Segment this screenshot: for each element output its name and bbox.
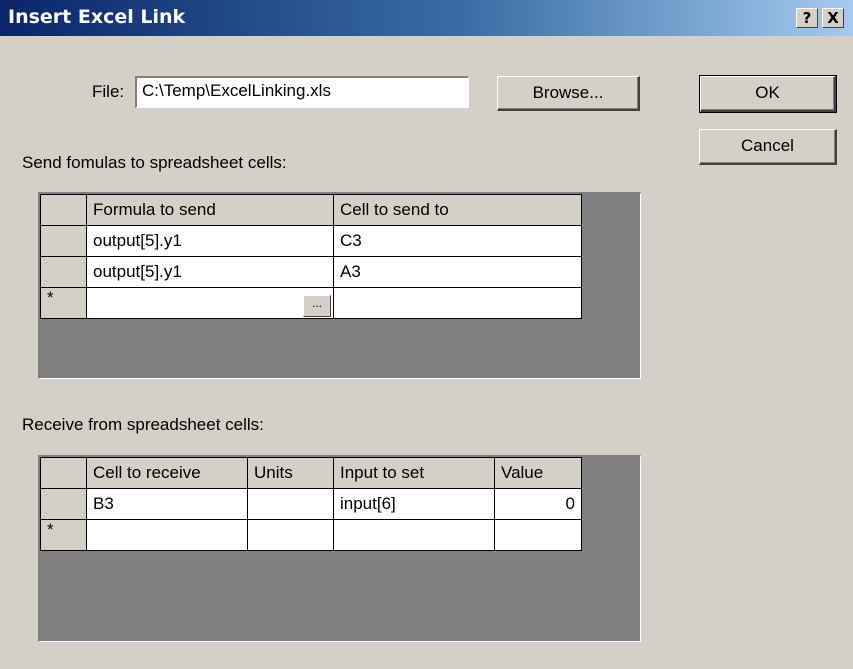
cell-to-receive-new[interactable] xyxy=(86,519,248,551)
send-formulas-grid[interactable]: Formula to send Cell to send to output[5… xyxy=(38,192,641,379)
send-table: Formula to send Cell to send to output[5… xyxy=(40,194,582,319)
receive-cells-grid[interactable]: Cell to receive Units Input to set Value… xyxy=(38,455,641,642)
input-to-set-cell-new[interactable] xyxy=(333,519,495,551)
new-row[interactable]: * ... xyxy=(40,287,582,319)
title-bar: Insert Excel Link ? X xyxy=(0,0,853,36)
cell-ref-cell[interactable]: C3 xyxy=(333,225,582,257)
table-row[interactable]: B3 input[6] 0 xyxy=(40,488,582,520)
cell-to-receive[interactable]: B3 xyxy=(86,488,248,520)
row-selector[interactable] xyxy=(40,488,87,520)
row-selector[interactable] xyxy=(40,256,87,288)
header-row: Cell to receive Units Input to set Value xyxy=(40,457,582,489)
row-selector[interactable] xyxy=(40,225,87,257)
ok-button[interactable]: OK xyxy=(699,75,837,113)
column-header[interactable]: Cell to receive xyxy=(86,457,248,489)
input-to-set-cell[interactable]: input[6] xyxy=(333,488,495,520)
header-row: Formula to send Cell to send to xyxy=(40,194,582,226)
column-header[interactable]: Input to set xyxy=(333,457,495,489)
send-section-label: Send fomulas to spreadsheet cells: xyxy=(22,153,287,172)
value-cell[interactable]: 0 xyxy=(494,488,582,520)
receive-section-label: Receive from spreadsheet cells: xyxy=(22,415,264,434)
row-selector-header xyxy=(40,194,87,226)
cancel-button[interactable]: Cancel xyxy=(699,129,837,165)
column-header[interactable]: Cell to send to xyxy=(333,194,582,226)
column-header[interactable]: Units xyxy=(247,457,334,489)
formula-cell[interactable]: output[5].y1 xyxy=(86,225,334,257)
units-cell-new[interactable] xyxy=(247,519,334,551)
cell-ref-cell-new[interactable] xyxy=(333,287,582,319)
receive-table: Cell to receive Units Input to set Value… xyxy=(40,457,582,551)
new-row-marker: * xyxy=(40,519,87,551)
formula-cell[interactable]: output[5].y1 xyxy=(86,256,334,288)
ellipsis-button[interactable]: ... xyxy=(303,295,331,317)
browse-button[interactable]: Browse... xyxy=(497,76,640,111)
window-title: Insert Excel Link xyxy=(8,6,186,28)
column-header[interactable]: Formula to send xyxy=(86,194,334,226)
help-button[interactable]: ? xyxy=(796,8,818,28)
formula-cell-new[interactable]: ... xyxy=(86,287,334,319)
units-cell[interactable] xyxy=(247,488,334,520)
value-cell-new[interactable] xyxy=(494,519,582,551)
row-selector-header xyxy=(40,457,87,489)
new-row-marker: * xyxy=(40,287,87,319)
file-label: File: xyxy=(92,82,125,101)
close-button[interactable]: X xyxy=(822,8,844,28)
new-row[interactable]: * xyxy=(40,519,582,551)
table-row[interactable]: output[5].y1 C3 xyxy=(40,225,582,257)
table-row[interactable]: output[5].y1 A3 xyxy=(40,256,582,288)
file-path-input[interactable]: C:\Temp\ExcelLinking.xls xyxy=(135,76,469,108)
column-header[interactable]: Value xyxy=(494,457,582,489)
cell-ref-cell[interactable]: A3 xyxy=(333,256,582,288)
